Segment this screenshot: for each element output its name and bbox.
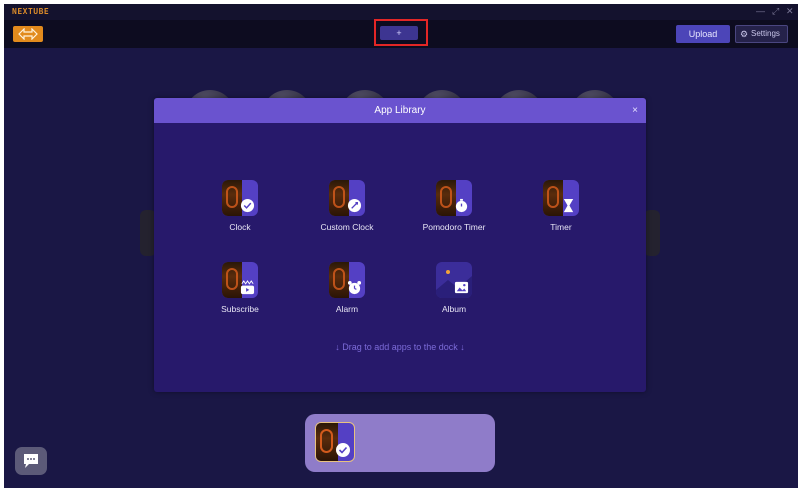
modal-header: App Library ×: [154, 98, 646, 123]
app-label: Clock: [229, 222, 251, 232]
app-window: NEXTUBE — ⤢ ✕ + Upload ⚙ Settings App Li…: [4, 4, 798, 488]
check-icon: [336, 443, 350, 457]
app-dock: [305, 414, 495, 472]
back-button[interactable]: [13, 26, 43, 42]
app-label: Subscribe: [221, 304, 259, 314]
title-bar: NEXTUBE — ⤢ ✕: [4, 4, 798, 20]
pomodoro-timer-app-icon: [436, 180, 472, 216]
app-alarm[interactable]: Alarm: [297, 262, 397, 326]
app-library-modal: App Library × Clock Custom Clock Pomodor…: [154, 98, 646, 392]
app-album[interactable]: Album: [404, 262, 504, 326]
custom-clock-app-icon: [329, 180, 365, 216]
drag-hint: ↓ Drag to add apps to the dock ↓: [335, 342, 465, 352]
app-label: Pomodoro Timer: [422, 222, 486, 232]
clock-app-icon: [222, 180, 258, 216]
chat-button[interactable]: [15, 447, 47, 475]
gear-icon: ⚙: [740, 29, 749, 39]
double-arrow-icon: [18, 28, 38, 40]
settings-button[interactable]: ⚙ Settings: [735, 25, 788, 43]
maximize-icon[interactable]: ⤢: [772, 6, 779, 17]
app-timer[interactable]: Timer: [511, 180, 611, 244]
subscribe-app-icon: [222, 262, 258, 298]
app-label: Album: [441, 304, 467, 314]
app-clock[interactable]: Clock: [190, 180, 290, 244]
toolbar: + Upload ⚙ Settings: [4, 19, 798, 48]
app-subscribe[interactable]: Subscribe: [190, 262, 290, 326]
close-icon[interactable]: ×: [632, 98, 638, 123]
alarm-app-icon: [329, 262, 365, 298]
album-app-icon: [436, 262, 472, 298]
app-label: Timer: [550, 222, 572, 232]
settings-label: Settings: [751, 29, 780, 38]
highlight-box: [374, 19, 428, 46]
app-label: Alarm: [335, 304, 359, 314]
modal-title: App Library: [374, 105, 426, 116]
close-window-icon[interactable]: ✕: [786, 6, 794, 17]
app-custom-clock[interactable]: Custom Clock: [297, 180, 397, 244]
chat-icon: [24, 454, 38, 468]
upload-button[interactable]: Upload: [676, 25, 730, 43]
app-label: Custom Clock: [320, 222, 374, 232]
app-pomodoro-timer[interactable]: Pomodoro Timer: [404, 180, 504, 244]
minimize-icon[interactable]: —: [756, 6, 765, 16]
app-brand: NEXTUBE: [12, 7, 50, 16]
device-side: [644, 210, 660, 256]
dock-item-clock[interactable]: [315, 422, 355, 462]
timer-app-icon: [543, 180, 579, 216]
